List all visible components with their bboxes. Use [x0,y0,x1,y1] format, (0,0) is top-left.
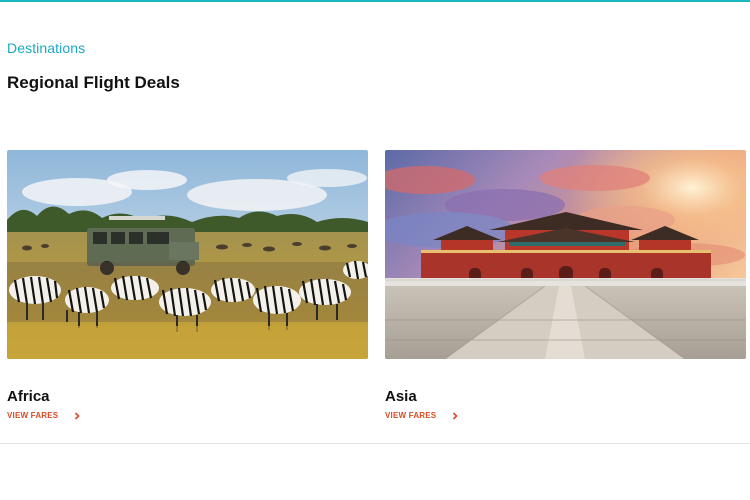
section-title: Regional Flight Deals [7,73,180,92]
view-fares-label: VIEW FARES [385,411,437,420]
view-fares-link-africa[interactable]: VIEW FARES [7,411,81,420]
destination-card-africa: Africa VIEW FARES [7,150,368,420]
chevron-right-icon [75,411,80,420]
section-divider [0,443,750,444]
destination-card-asia: Asia VIEW FARES [385,150,746,420]
view-fares-label: VIEW FARES [7,411,59,420]
asia-forbidden-city-image[interactable] [385,150,746,359]
africa-safari-image[interactable] [7,150,368,359]
page: Destinations Regional Flight Deals Afric… [0,0,750,500]
top-accent-border [0,0,750,2]
chevron-right-icon [453,411,458,420]
card-title-asia[interactable]: Asia [385,388,417,405]
section-eyebrow: Destinations [7,40,86,56]
view-fares-link-asia[interactable]: VIEW FARES [385,411,459,420]
card-title-africa[interactable]: Africa [7,388,50,405]
